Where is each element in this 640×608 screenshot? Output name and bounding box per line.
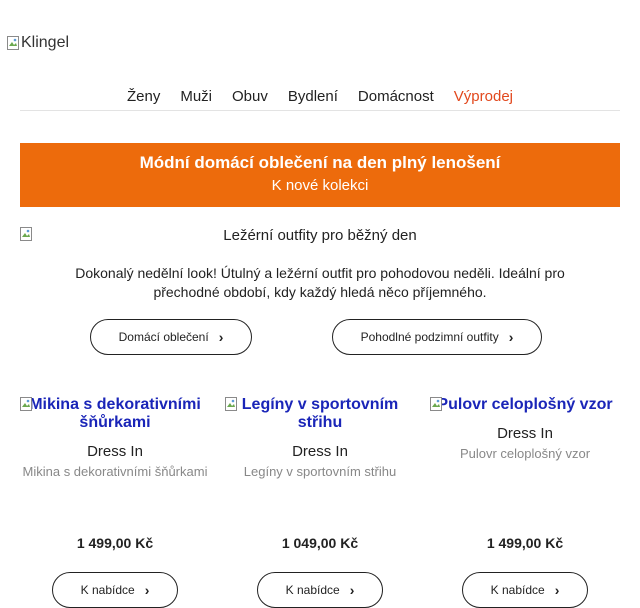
product-title: Mikina s dekorativními šňůrkami: [29, 396, 201, 431]
broken-image-icon: [7, 36, 19, 50]
broken-image-icon: [20, 227, 32, 241]
nav-item-domacnost[interactable]: Domácnost: [358, 86, 434, 110]
nav-item-bydleni[interactable]: Bydlení: [288, 86, 338, 110]
product-description: Pulovr celoplošný vzor: [459, 446, 591, 461]
product-title: Pulovr celoplošný vzor: [437, 396, 613, 413]
product-card[interactable]: Legíny v sportovním střihu Dress In Legí…: [225, 396, 415, 479]
chevron-right-icon: ›: [144, 582, 150, 598]
nav-item-obuv[interactable]: Obuv: [232, 86, 268, 110]
product-brand: Dress In: [497, 425, 553, 442]
product-card[interactable]: Pulovr celoplošný vzor Dress In Pulovr c…: [430, 396, 620, 461]
banner-link[interactable]: K nové kolekci: [20, 177, 620, 194]
product-image-link[interactable]: Legíny v sportovním střihu: [225, 396, 415, 432]
product-price: 1 049,00 Kč: [281, 535, 359, 551]
hero-alt-text: Ležérní outfity pro běžný den: [223, 227, 417, 244]
chevron-right-icon: ›: [218, 329, 224, 345]
podzimni-outfity-button[interactable]: Pohodlné podzimní outfity ›: [332, 319, 542, 355]
product-card[interactable]: Mikina s dekorativními šňůrkami Dress In…: [20, 396, 210, 479]
broken-image-icon: [20, 397, 32, 411]
button-label: Pohodlné podzimní outfity: [360, 330, 499, 344]
nav-item-vyprodej[interactable]: Výprodej: [454, 86, 513, 110]
nav-item-muzi[interactable]: Muži: [180, 86, 212, 110]
button-label: Domácí oblečení: [118, 330, 209, 344]
product-description: Mikina s dekorativními šňůrkami: [22, 464, 208, 479]
promo-banner[interactable]: Módní domácí oblečení na den plný lenoše…: [20, 143, 620, 207]
broken-image-icon: [225, 397, 237, 411]
offer-button[interactable]: K nabídce ›: [462, 572, 588, 608]
product-description: Legíny v sportovním střihu: [243, 464, 397, 479]
offer-button[interactable]: K nabídce ›: [52, 572, 178, 608]
nav-item-zeny[interactable]: Ženy: [127, 86, 160, 110]
product-brand: Dress In: [87, 443, 143, 460]
button-label: K nabídce: [490, 583, 545, 597]
product-image-link[interactable]: Pulovr celoplošný vzor: [430, 396, 620, 414]
chevron-right-icon: ›: [349, 582, 355, 598]
product-price: 1 499,00 Kč: [486, 535, 564, 551]
product-title: Legíny v sportovním střihu: [241, 396, 399, 431]
logo-link[interactable]: Klingel: [7, 34, 69, 52]
button-label: K nabídce: [285, 583, 340, 597]
chevron-right-icon: ›: [508, 329, 514, 345]
product-price: 1 499,00 Kč: [76, 535, 154, 551]
domaci-obleceni-button[interactable]: Domácí oblečení ›: [90, 319, 252, 355]
intro-text: Dokonalý nedělní look! Útulný a ležérní …: [75, 265, 565, 300]
chevron-right-icon: ›: [554, 582, 560, 598]
logo-alt-text: Klingel: [21, 34, 70, 51]
button-label: K nabídce: [80, 583, 135, 597]
offer-button[interactable]: K nabídce ›: [257, 572, 383, 608]
banner-title: Módní domácí oblečení na den plný lenoše…: [139, 153, 501, 172]
product-brand: Dress In: [292, 443, 348, 460]
broken-image-icon: [430, 397, 442, 411]
main-nav: Ženy Muži Obuv Bydlení Domácnost Výprode…: [20, 86, 620, 111]
product-image-link[interactable]: Mikina s dekorativními šňůrkami: [20, 396, 210, 432]
hero-image[interactable]: Ležérní outfity pro běžný den: [20, 226, 620, 246]
